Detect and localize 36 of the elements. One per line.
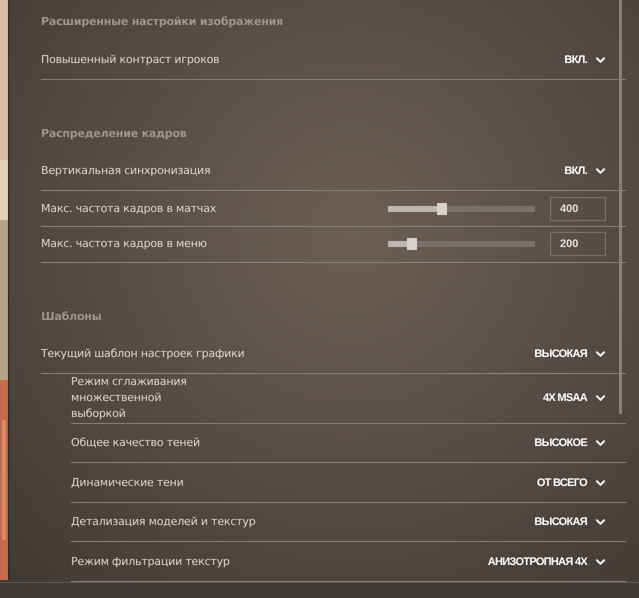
setting-label: Повышенный контраст игроков bbox=[41, 52, 220, 68]
chevron-down-icon bbox=[595, 56, 606, 64]
chevron-down-icon bbox=[595, 394, 606, 402]
slider-thumb[interactable] bbox=[437, 202, 448, 215]
chevron-down-icon bbox=[595, 478, 606, 486]
chevron-down-icon bbox=[595, 558, 606, 566]
chevron-down-icon bbox=[595, 350, 606, 358]
dropdown[interactable]: ВКЛ. bbox=[564, 165, 626, 178]
dropdown[interactable]: ВЫСОКОЕ bbox=[534, 436, 626, 449]
dropdown[interactable]: ВКЛ. bbox=[564, 54, 626, 66]
setting-label: Общее качество теней bbox=[71, 434, 200, 451]
setting-label: Режим сглаживания множественной выборкой bbox=[71, 374, 188, 422]
dropdown[interactable]: 4X MSAA bbox=[543, 392, 626, 404]
section-heading: Расширенные настройки изображения bbox=[41, 14, 284, 30]
setting-label: Динамические тени bbox=[71, 474, 184, 490]
setting-label: Текущий шаблон настроек графики bbox=[41, 346, 244, 362]
chevron-down-icon bbox=[595, 167, 606, 176]
input-field[interactable]: 200 bbox=[550, 232, 606, 256]
slider-thumb[interactable] bbox=[406, 238, 417, 250]
section-heading: Распределение кадров bbox=[41, 126, 188, 142]
setting-label: Режим фильтрации текстур bbox=[71, 554, 230, 570]
chevron-down-icon bbox=[595, 438, 606, 447]
section-heading: Шаблоны bbox=[41, 308, 102, 324]
dropdown[interactable]: ОТ ВСЕГО bbox=[536, 476, 626, 488]
slider[interactable] bbox=[388, 241, 535, 248]
setting-label: Макс. частота кадров в матчах bbox=[41, 200, 216, 217]
dropdown[interactable]: ВЫСОКАЯ bbox=[534, 348, 626, 360]
slider[interactable] bbox=[388, 206, 535, 212]
input-field[interactable]: 400 bbox=[550, 196, 606, 221]
dropdown[interactable]: ВЫСОКАЯ bbox=[534, 516, 626, 528]
setting-label: Детализация моделей и текстур bbox=[71, 514, 256, 530]
dropdown[interactable]: АНИЗОТРОПНАЯ 4X bbox=[488, 556, 626, 568]
scrollbar[interactable] bbox=[619, 0, 622, 414]
setting-label: Вертикальная синхронизация bbox=[41, 163, 210, 180]
chevron-down-icon bbox=[595, 518, 606, 526]
setting-label: Макс. частота кадров в меню bbox=[41, 236, 207, 252]
